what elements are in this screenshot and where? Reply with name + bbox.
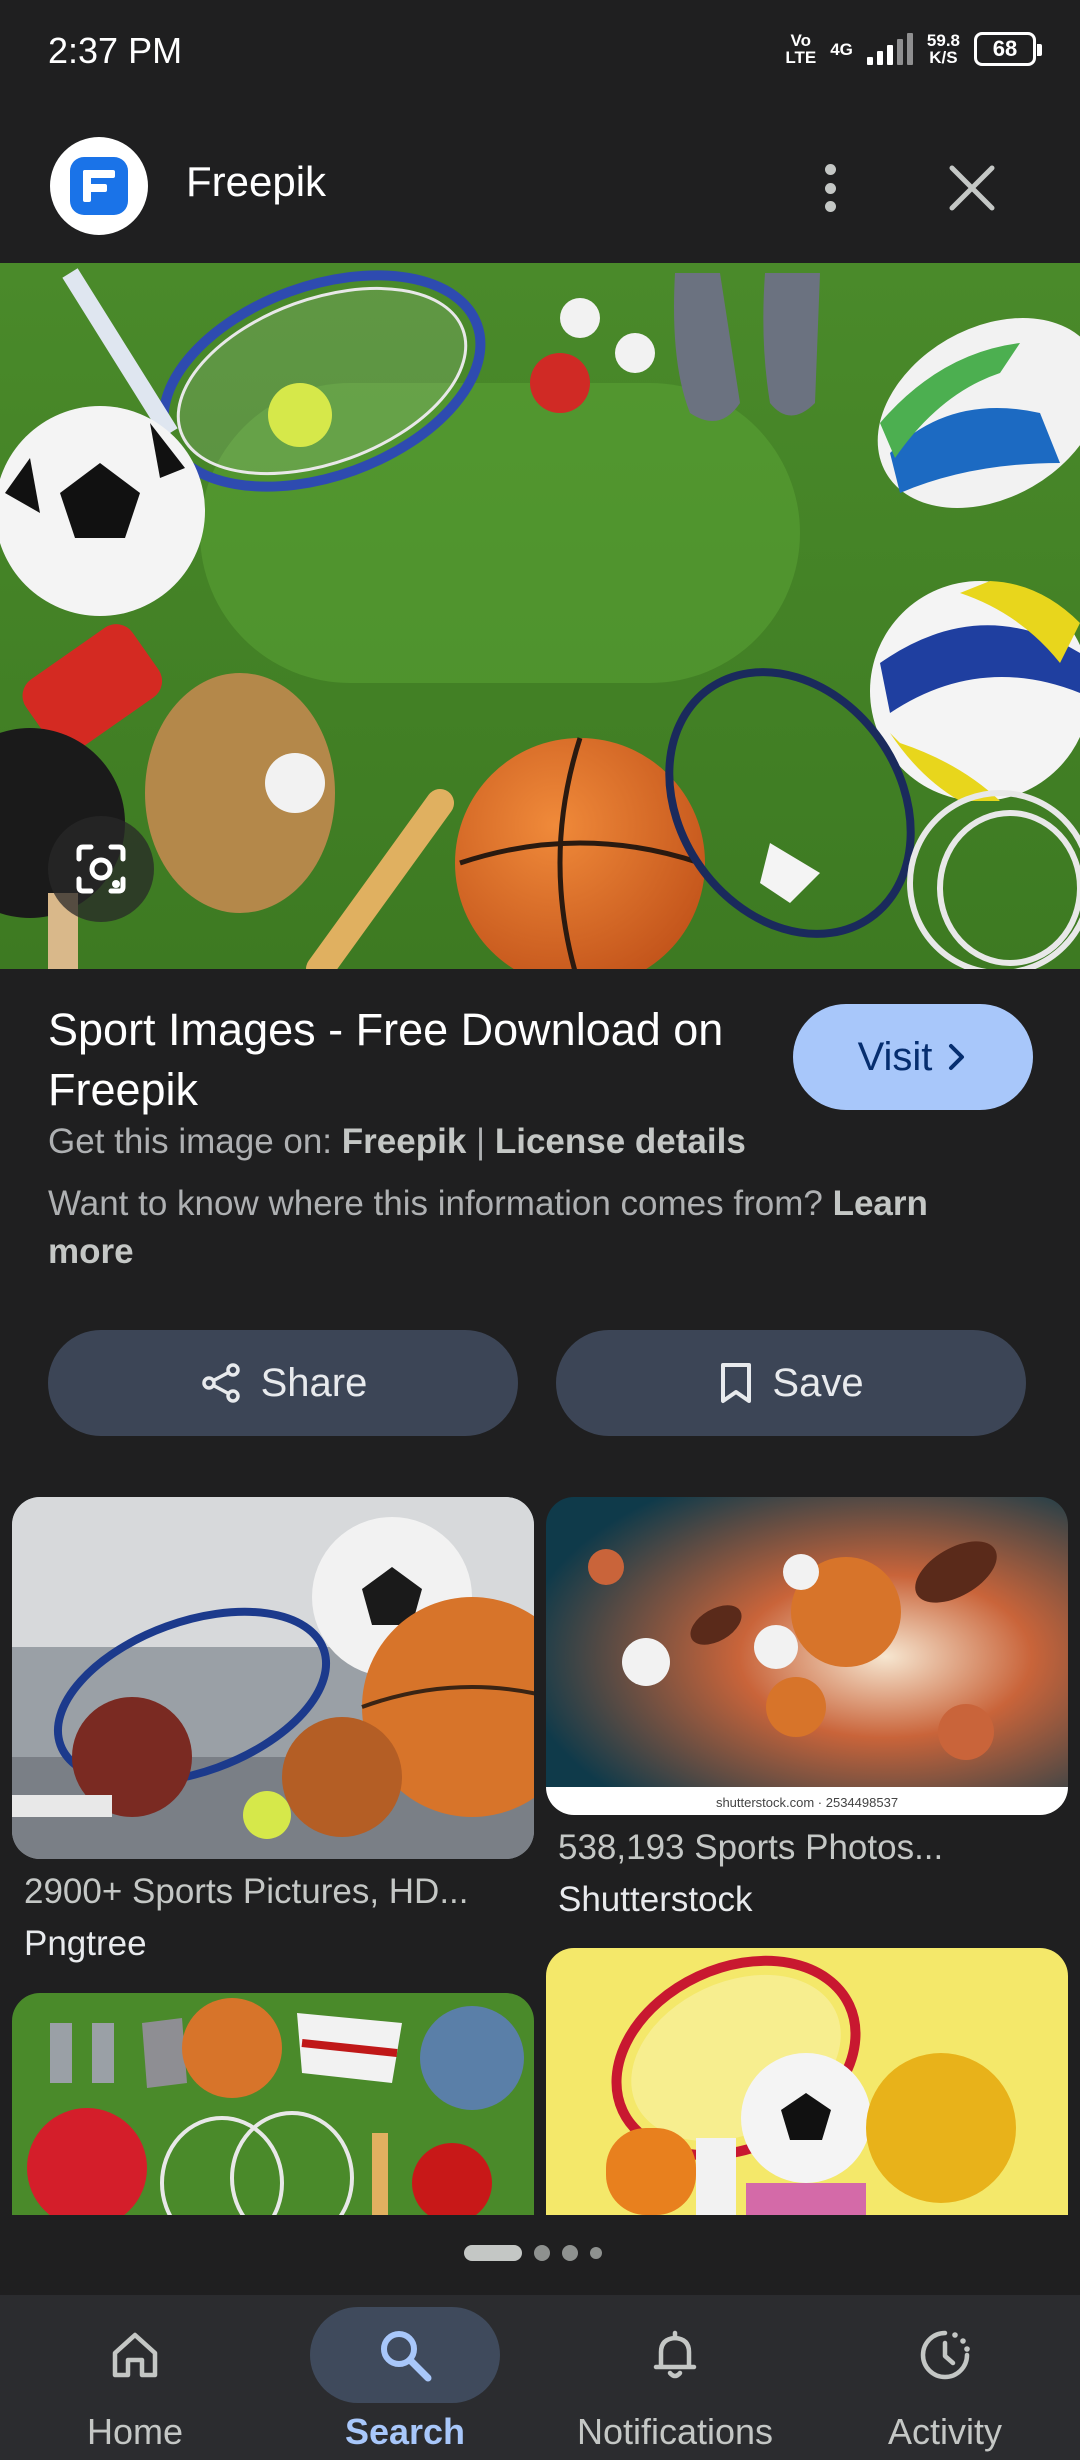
save-button[interactable]: Save	[556, 1330, 1026, 1436]
bell-icon	[653, 2330, 697, 2379]
nav-activity[interactable]: Activity	[810, 2295, 1080, 2460]
info-question: Want to know where this information come…	[48, 1184, 823, 1223]
site-name[interactable]: Freepik	[186, 158, 326, 206]
share-button[interactable]: Share	[48, 1330, 518, 1436]
page-dot	[562, 2245, 578, 2261]
license-details-link[interactable]: License details	[495, 1122, 746, 1161]
volte-indicator: Vo LTE	[785, 31, 817, 67]
sports-equipment-image	[0, 263, 1080, 969]
visit-button[interactable]: Visit	[793, 1004, 1033, 1110]
site-logo[interactable]	[50, 137, 148, 235]
related-caption[interactable]: 538,193 Sports Photos...	[558, 1828, 943, 1868]
page-dot-active	[464, 2245, 522, 2261]
related-image	[12, 1497, 534, 1859]
signal-icon	[866, 33, 913, 65]
nav-search[interactable]: Search	[270, 2295, 540, 2460]
related-image-card[interactable]	[12, 1993, 534, 2215]
related-image-card[interactable]	[546, 1948, 1068, 2215]
status-bar: 2:37 PM Vo LTE 4G 59.8 K/S 68	[0, 0, 1080, 110]
search-icon	[381, 2331, 432, 2382]
related-image	[12, 1993, 534, 2215]
status-icons: Vo LTE 4G 59.8 K/S 68	[785, 31, 1042, 67]
main-image[interactable]	[0, 263, 1080, 969]
related-caption[interactable]: 2900+ Sports Pictures, HD...	[24, 1872, 469, 1912]
freepik-logo-icon	[70, 157, 128, 215]
result-header: Freepik	[0, 120, 1080, 250]
bookmark-icon	[721, 1363, 752, 1403]
save-label: Save	[772, 1360, 864, 1405]
chevron-right-icon	[949, 1044, 965, 1070]
lens-search-button[interactable]	[48, 816, 154, 922]
nav-home[interactable]: Home	[0, 2295, 270, 2460]
related-image: shutterstock.com · 2534498537	[546, 1497, 1068, 1815]
status-time: 2:37 PM	[48, 30, 183, 71]
share-label: Share	[260, 1360, 368, 1405]
activity-icon	[920, 2330, 970, 2380]
source-prefix: Get this image on:	[48, 1122, 333, 1161]
more-options-icon[interactable]	[812, 158, 848, 218]
nav-search-label: Search	[344, 2411, 466, 2452]
battery-icon: 68	[974, 32, 1042, 66]
home-icon	[112, 2332, 158, 2378]
watermark-text: shutterstock.com · 2534498537	[716, 1795, 898, 1810]
related-source: Shutterstock	[558, 1880, 753, 1919]
google-lens-icon	[76, 844, 126, 894]
source-line: Get this image on: Freepik | License det…	[48, 1122, 746, 1162]
related-image-card[interactable]: shutterstock.com · 2534498537	[546, 1497, 1068, 1815]
page-indicator	[464, 2245, 602, 2261]
battery-level: 68	[992, 36, 1018, 61]
source-link[interactable]: Freepik	[342, 1122, 467, 1161]
result-title[interactable]: Sport Images - Free Download on Freepik	[48, 1000, 768, 1120]
network-speed: 59.8 K/S	[926, 31, 960, 67]
share-icon	[201, 1363, 240, 1403]
nav-notifications[interactable]: Notifications	[540, 2295, 810, 2460]
nav-notifications-label: Notifications	[576, 2411, 774, 2452]
page-dot	[590, 2247, 602, 2259]
bottom-navigation: Home Search Notifications Activity	[0, 2295, 1080, 2460]
close-icon[interactable]	[946, 162, 998, 214]
visit-label: Visit	[857, 1034, 933, 1079]
nav-home-label: Home	[86, 2411, 184, 2452]
source-separator: |	[476, 1122, 486, 1161]
related-source: Pngtree	[24, 1924, 147, 1963]
page-dot	[534, 2245, 550, 2261]
nav-activity-label: Activity	[887, 2411, 1002, 2452]
network-type: 4G	[830, 39, 853, 59]
related-image	[546, 1948, 1068, 2215]
info-text: Want to know where this information come…	[48, 1180, 1008, 1276]
related-image-card[interactable]	[12, 1497, 534, 1859]
